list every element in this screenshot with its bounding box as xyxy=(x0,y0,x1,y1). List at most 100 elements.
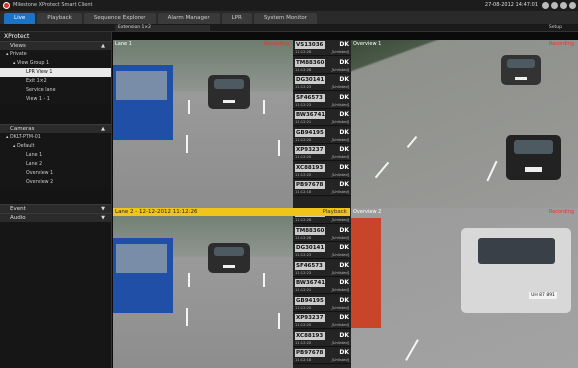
tree-item-lane-2[interactable]: Lane 2 xyxy=(0,160,111,169)
plate-list-item[interactable]: VS13036 DK 11:12:26 [Unlisted] xyxy=(293,40,351,56)
plate-time: 11:12:21 xyxy=(295,288,312,292)
plate-number: XP93237 xyxy=(295,314,325,322)
audio-panel-header[interactable]: Audio ▼ xyxy=(0,213,111,222)
tab-sequence-explorer[interactable]: Sequence Explorer xyxy=(83,13,156,24)
tree-item-overview-2[interactable]: Overview 2 xyxy=(0,178,111,187)
tile-label: Lane 2 - 12-12-2012 11:12:26 xyxy=(115,209,198,215)
tab-playback[interactable]: Playback xyxy=(37,13,82,24)
camera-tile-overview-2[interactable]: UH 87 891 Overview 2 Recording xyxy=(351,208,578,368)
tree-label: Service lane xyxy=(26,88,56,93)
plate-list-item[interactable]: DG30141 DK 11:12:23 [Unlisted] xyxy=(293,75,351,91)
cameras-spacer xyxy=(0,187,111,204)
plate-list-item[interactable]: TM88360 DK 11:12:26 [Unlisted] xyxy=(293,225,351,242)
plate-country: DK xyxy=(339,349,349,356)
plate-list-item[interactable]: BW36741 DK 11:12:21 [Unlisted] xyxy=(293,278,351,294)
car xyxy=(501,55,541,85)
plate-time: 11:12:26 xyxy=(295,218,312,222)
sidebar-heading: XProtect xyxy=(0,32,111,41)
plate-time: 11:12:26 xyxy=(295,50,312,54)
plate-status: [Unlisted] xyxy=(331,120,349,124)
recording-status: Recording xyxy=(548,209,574,215)
plate-time: 11:12:20 xyxy=(295,340,312,345)
tab-live[interactable]: Live xyxy=(4,13,36,24)
plate-list-item[interactable]: DG30141 DK 11:12:23 [Unlisted] xyxy=(293,243,351,259)
plate-number: TM88360 xyxy=(295,58,325,67)
smart-client-window: Milestone XProtect Smart Client 27-08-20… xyxy=(0,0,578,368)
tree-label: Default xyxy=(16,144,35,149)
tree-item-private[interactable]: ▴ Private xyxy=(0,50,111,59)
plate-country: DK xyxy=(339,226,349,234)
tree-item-exit[interactable]: Exit 1×2 xyxy=(0,77,111,86)
tree-item-service-lane[interactable]: Service lane xyxy=(0,86,111,95)
plate-status: [Unlisted] xyxy=(331,270,349,275)
view-selector[interactable]: Extension 1×2 xyxy=(115,25,210,31)
plate-time: 11:12:20 xyxy=(295,305,312,310)
chevron-up-icon[interactable]: ▲ xyxy=(101,125,105,134)
plate-time: 11:12:18 xyxy=(295,358,312,362)
plate-status: [Unlisted] xyxy=(331,102,349,107)
plate-country: DK xyxy=(339,146,349,153)
tree-item-server[interactable]: ▴ DKLT-PTM-01 xyxy=(0,133,111,142)
lane-marking xyxy=(278,313,280,329)
event-panel-header[interactable]: Event ▼ xyxy=(0,204,111,213)
plate-country: DK xyxy=(339,163,349,171)
car-windshield xyxy=(477,238,555,264)
plate-time: 11:12:26 xyxy=(295,235,312,240)
chevron-down-icon[interactable]: ▼ xyxy=(101,214,105,223)
tile-label: Overview 2 xyxy=(353,209,382,215)
plate-list-item[interactable]: GB94195 DK 11:12:20 [Unlisted] xyxy=(293,127,351,144)
plate-list-item[interactable]: XP93237 DK 11:12:20 [Unlisted] xyxy=(293,313,351,329)
plate-list-item[interactable]: TM88360 DK 11:12:26 [Unlisted] xyxy=(293,57,351,74)
minimize-icon[interactable] xyxy=(551,2,558,9)
plate-time: 11:12:23 xyxy=(295,85,312,89)
close-icon[interactable] xyxy=(569,2,576,9)
recording-status: Recording xyxy=(548,41,574,47)
camera-tile-overview-1[interactable]: Overview 1 Recording xyxy=(351,40,578,208)
plate-status: [Unlisted] xyxy=(331,340,349,345)
tree-item-view-1-1[interactable]: View 1 - 1 xyxy=(0,95,111,104)
tree-item-lpr-view-1[interactable]: LPR View 1 xyxy=(0,68,111,77)
plate-status: [Unlisted] xyxy=(331,288,349,292)
tab-lpr[interactable]: LPR xyxy=(221,13,252,24)
plate-list-item[interactable]: GB94195 DK 11:12:20 [Unlisted] xyxy=(293,295,351,312)
plate-country: DK xyxy=(339,111,349,118)
tree-item-lane-1[interactable]: Lane 1 xyxy=(0,151,111,160)
plate-list-item[interactable]: SF46573 DK 11:12:23 [Unlisted] xyxy=(293,92,351,109)
lpr-plate-list-top[interactable]: VS13036 DK 11:12:26 [Unlisted] TM88360 DK 11:1… xyxy=(293,40,351,208)
chevron-up-icon[interactable]: ▲ xyxy=(101,42,105,51)
tree-label: Lane 2 xyxy=(26,162,43,167)
tree-item-default[interactable]: ▴ Default xyxy=(0,142,111,151)
plate-list-item[interactable]: BW36741 DK 11:12:21 [Unlisted] xyxy=(293,110,351,126)
plate-list-item[interactable]: SF46573 DK 11:12:23 [Unlisted] xyxy=(293,260,351,277)
tree-item-overview-1[interactable]: Overview 1 xyxy=(0,169,111,178)
car xyxy=(208,243,250,273)
help-icon[interactable] xyxy=(542,2,549,9)
tree-item-view-group-1[interactable]: ▴ View Group 1 xyxy=(0,59,111,68)
main-tabs: Live Playback Sequence Explorer Alarm Ma… xyxy=(0,11,578,24)
plate-number: SF46573 xyxy=(295,261,325,270)
tree-label: View 1 - 1 xyxy=(26,97,50,102)
plate-status: [Unlisted] xyxy=(331,67,349,72)
tab-system-monitor[interactable]: System Monitor xyxy=(253,13,317,24)
plate-list-item[interactable]: PB97678 DK 11:12:18 [Unlisted] xyxy=(293,180,351,196)
tab-alarm-manager[interactable]: Alarm Manager xyxy=(157,13,220,24)
plate-list-item[interactable]: PB97678 DK 11:12:18 [Unlisted] xyxy=(293,348,351,364)
plate-list-item[interactable]: XC88193 DK 11:12:20 [Unlisted] xyxy=(293,330,351,347)
cameras-panel-header[interactable]: Cameras ▲ xyxy=(0,124,111,133)
plate-time: 11:12:20 xyxy=(295,155,312,159)
lpr-plate-list-bottom[interactable]: VS13036DK11:12:26[Unlisted]TM88360DK11:1… xyxy=(293,208,351,368)
plate-number: DG30141 xyxy=(295,244,325,252)
tree-label: Private xyxy=(9,52,27,57)
plate-list-item[interactable]: XC88193 DK 11:12:20 [Unlisted] xyxy=(293,162,351,179)
plate-number: DG30141 xyxy=(295,76,325,84)
setup-button[interactable]: Setup xyxy=(549,25,562,30)
maximize-icon[interactable] xyxy=(560,2,567,9)
views-title: Views xyxy=(10,43,26,49)
views-panel-header[interactable]: Views ▲ xyxy=(0,41,111,50)
camera-tile-lane-2[interactable] xyxy=(113,208,293,368)
plate-time: 11:12:20 xyxy=(295,172,312,177)
plate-list-item[interactable]: XP93237 DK 11:12:20 [Unlisted] xyxy=(293,145,351,161)
truck xyxy=(113,65,173,140)
camera-tile-lane-1[interactable]: Lane 1 Recording xyxy=(113,40,293,208)
license-plate xyxy=(222,99,236,103)
